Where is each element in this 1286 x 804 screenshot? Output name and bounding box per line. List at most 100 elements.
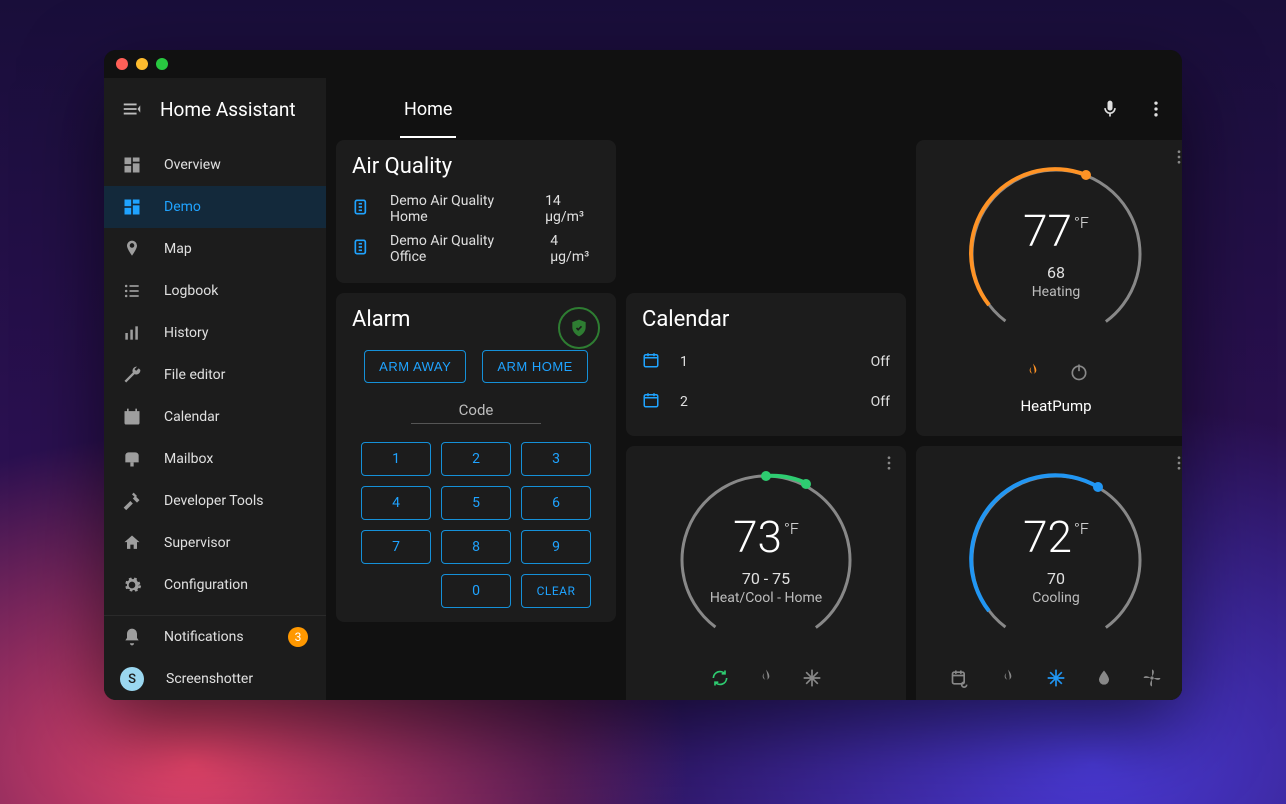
- code-input-label[interactable]: Code: [411, 401, 541, 424]
- entity-name: Demo Air Quality Home: [390, 193, 527, 225]
- current-temp: 73: [733, 515, 782, 559]
- alarm-status-icon[interactable]: [558, 307, 600, 349]
- dots-vertical-icon: [1146, 99, 1166, 119]
- snowflake-icon: [802, 668, 822, 688]
- auto-mode-button[interactable]: [710, 668, 730, 693]
- overflow-menu-button[interactable]: [1142, 95, 1170, 123]
- titlebar: [104, 50, 1182, 78]
- sidebar-item-devtools[interactable]: Developer Tools: [104, 480, 326, 522]
- bell-icon: [122, 627, 142, 647]
- keypad-8[interactable]: 8: [441, 530, 511, 564]
- window-minimize-button[interactable]: [136, 58, 148, 70]
- keypad-9[interactable]: 9: [521, 530, 591, 564]
- sidebar-item-label: Configuration: [164, 577, 248, 593]
- sidebar: Home Assistant Overview Demo Map Logbo: [104, 78, 326, 700]
- thermostat-dial[interactable]: 72°F 70 Cooling: [956, 460, 1156, 660]
- keypad-6[interactable]: 6: [521, 486, 591, 520]
- sidebar-item-label: Screenshotter: [166, 671, 253, 687]
- arm-home-button[interactable]: ARM HOME: [482, 350, 588, 383]
- keypad-clear[interactable]: CLEAR: [521, 574, 591, 608]
- dots-vertical-icon: [1170, 454, 1182, 472]
- sidebar-item-logbook[interactable]: Logbook: [104, 270, 326, 312]
- entity-value: 4 µg/m³: [550, 233, 600, 265]
- card-menu-button[interactable]: [1170, 148, 1182, 170]
- microphone-icon: [1100, 99, 1120, 119]
- menu-toggle-button[interactable]: [118, 95, 146, 123]
- thermostat-mode: Cooling: [1032, 590, 1079, 606]
- user-avatar: S: [120, 667, 144, 691]
- window-close-button[interactable]: [116, 58, 128, 70]
- entity-row[interactable]: 2 Off: [642, 382, 890, 422]
- fan-mode-button[interactable]: [1142, 668, 1162, 692]
- card-title: Calendar: [642, 307, 890, 332]
- heat-mode-button[interactable]: [756, 668, 776, 693]
- thermostat-dial[interactable]: 73°F 70 - 75 Heat/Cool - Home: [666, 460, 866, 660]
- sidebar-item-overview[interactable]: Overview: [104, 144, 326, 186]
- keypad-7[interactable]: 7: [361, 530, 431, 564]
- notification-count-badge: 3: [288, 627, 308, 647]
- keypad-4[interactable]: 4: [361, 486, 431, 520]
- calendar-card: Calendar 1 Off 2 Off: [626, 293, 906, 436]
- sidebar-item-label: Map: [164, 241, 192, 257]
- sidebar-item-label: Logbook: [164, 283, 218, 299]
- keypad-1[interactable]: 1: [361, 442, 431, 476]
- mailbox-icon: [122, 449, 142, 469]
- keypad-3[interactable]: 3: [521, 442, 591, 476]
- setpoint: 68: [1047, 263, 1065, 282]
- sidebar-item-label: Calendar: [164, 409, 220, 425]
- keypad-0[interactable]: 0: [441, 574, 511, 608]
- calendar-icon: [122, 407, 142, 427]
- entity-row[interactable]: Demo Air Quality Home 14 µg/m³: [352, 189, 600, 229]
- current-temp: 77: [1023, 209, 1072, 253]
- sidebar-item-notifications[interactable]: Notifications 3: [104, 616, 326, 658]
- hammer-icon: [122, 491, 142, 511]
- sidebar-item-demo[interactable]: Demo: [104, 186, 326, 228]
- sidebar-item-map[interactable]: Map: [104, 228, 326, 270]
- card-menu-button[interactable]: [880, 454, 898, 476]
- entity-row[interactable]: Demo Air Quality Office 4 µg/m³: [352, 229, 600, 269]
- shield-check-icon: [569, 318, 589, 338]
- thermostat-dial[interactable]: 77°F 68 Heating: [956, 154, 1156, 354]
- sidebar-item-supervisor[interactable]: Supervisor: [104, 522, 326, 564]
- cool-mode-button[interactable]: [802, 668, 822, 693]
- dry-mode-button[interactable]: [1094, 668, 1114, 692]
- sidebar-item-history[interactable]: History: [104, 312, 326, 354]
- flame-icon: [1023, 362, 1043, 382]
- keypad: 1 2 3 4 5 6 7 8 9 0 CLEAR: [352, 442, 600, 608]
- card-menu-button[interactable]: [1170, 454, 1182, 476]
- sidebar-item-label: File editor: [164, 367, 225, 383]
- window-maximize-button[interactable]: [156, 58, 168, 70]
- gear-icon: [122, 575, 142, 595]
- current-temp: 72: [1023, 515, 1072, 559]
- sidebar-item-mailbox[interactable]: Mailbox: [104, 438, 326, 480]
- setpoint: 70: [1047, 569, 1065, 588]
- power-button[interactable]: [1069, 362, 1089, 387]
- sidebar-item-label: History: [164, 325, 209, 341]
- sidebar-item-calendar[interactable]: Calendar: [104, 396, 326, 438]
- entity-row[interactable]: 1 Off: [642, 342, 890, 382]
- map-icon: [122, 239, 142, 259]
- heat-mode-button[interactable]: [1023, 362, 1043, 387]
- cool-mode-button[interactable]: [1046, 668, 1066, 692]
- schedule-button[interactable]: [950, 668, 970, 692]
- entity-name: Demo Air Quality Office: [390, 233, 532, 265]
- snowflake-icon: [1046, 668, 1066, 688]
- thermostat-ecobee-card: 73°F 70 - 75 Heat/Cool - Home Ecobee: [626, 446, 906, 700]
- sidebar-item-label: Overview: [164, 157, 221, 173]
- sidebar-item-user[interactable]: S Screenshotter: [104, 658, 326, 700]
- setpoint-range: 70 - 75: [742, 569, 790, 588]
- sidebar-item-file-editor[interactable]: File editor: [104, 354, 326, 396]
- fan-icon: [1142, 668, 1162, 688]
- entity-name: 2: [680, 394, 688, 410]
- calendar-icon: [642, 391, 662, 413]
- voice-button[interactable]: [1096, 95, 1124, 123]
- sidebar-item-configuration[interactable]: Configuration: [104, 564, 326, 606]
- heat-mode-button[interactable]: [998, 668, 1018, 692]
- thermostat-cooling-card: 72°F 70 Cooling: [916, 446, 1182, 700]
- tab-home[interactable]: Home: [400, 81, 456, 138]
- keypad-2[interactable]: 2: [441, 442, 511, 476]
- arm-away-button[interactable]: ARM AWAY: [364, 350, 466, 383]
- calendar-icon: [642, 351, 662, 373]
- entity-value: 14 µg/m³: [545, 193, 600, 225]
- keypad-5[interactable]: 5: [441, 486, 511, 520]
